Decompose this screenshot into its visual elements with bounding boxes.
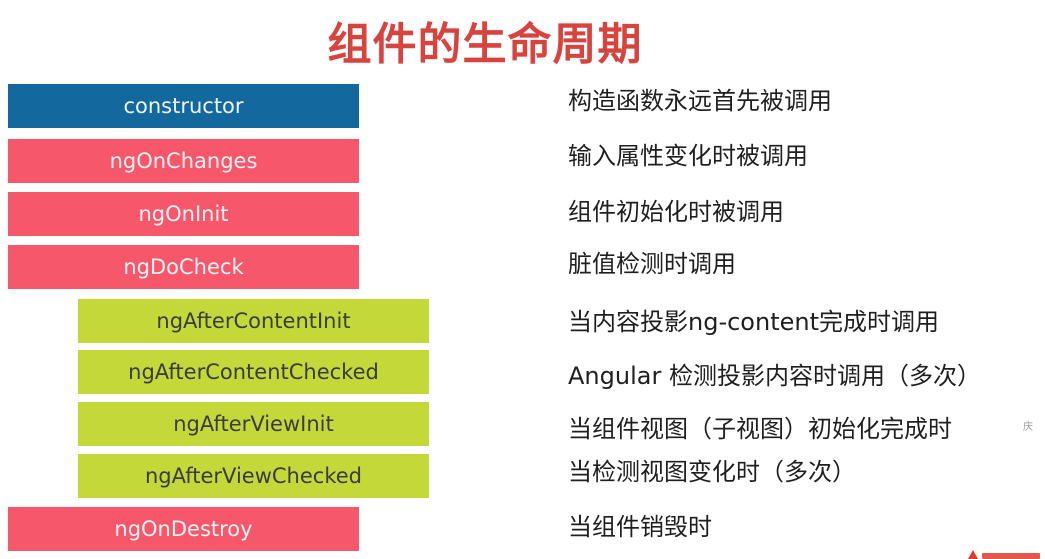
- hook-ngaftercontentchecked: ngAfterContentChecked: [78, 350, 429, 394]
- slide: 组件的生命周期 constructor ngOnChanges ngOnInit…: [0, 0, 1045, 559]
- hook-ngaftercontentinit: ngAfterContentInit: [78, 299, 429, 343]
- hook-ngafterviewinit: ngAfterViewInit: [78, 402, 429, 446]
- desc-ngoninit: 组件初始化时被调用: [568, 198, 784, 226]
- hook-ngonchanges: ngOnChanges: [8, 139, 359, 183]
- desc-ngaftercontentinit: 当内容投影ng-content完成时调用: [568, 308, 939, 336]
- desc-constructor: 构造函数永远首先被调用: [568, 87, 832, 115]
- hook-ngoninit: ngOnInit: [8, 192, 359, 236]
- desc-ngdocheck: 脏值检测时调用: [568, 250, 736, 278]
- slide-title: 组件的生命周期: [327, 19, 643, 70]
- desc-ngondestroy: 当组件销毁时: [568, 513, 712, 541]
- corner-logo: [968, 548, 1045, 559]
- hook-constructor: constructor: [8, 84, 359, 128]
- desc-ngafterviewinit: 当组件视图（子视图）初始化完成时: [568, 415, 952, 443]
- hook-ngafterviewchecked: ngAfterViewChecked: [78, 454, 429, 498]
- hook-ngondestroy: ngOnDestroy: [8, 507, 359, 551]
- desc-ngonchanges: 输入属性变化时被调用: [568, 142, 808, 170]
- logo-bar: [982, 553, 1040, 559]
- desc-ngafterviewchecked: 当检测视图变化时（多次）: [568, 458, 856, 486]
- hook-ngdocheck: ngDoCheck: [8, 245, 359, 289]
- watermark-text: 庆: [1023, 422, 1033, 433]
- desc-ngaftercontentchecked: Angular 检测投影内容时调用（多次）: [568, 362, 981, 390]
- logo-mark-icon: [968, 550, 978, 559]
